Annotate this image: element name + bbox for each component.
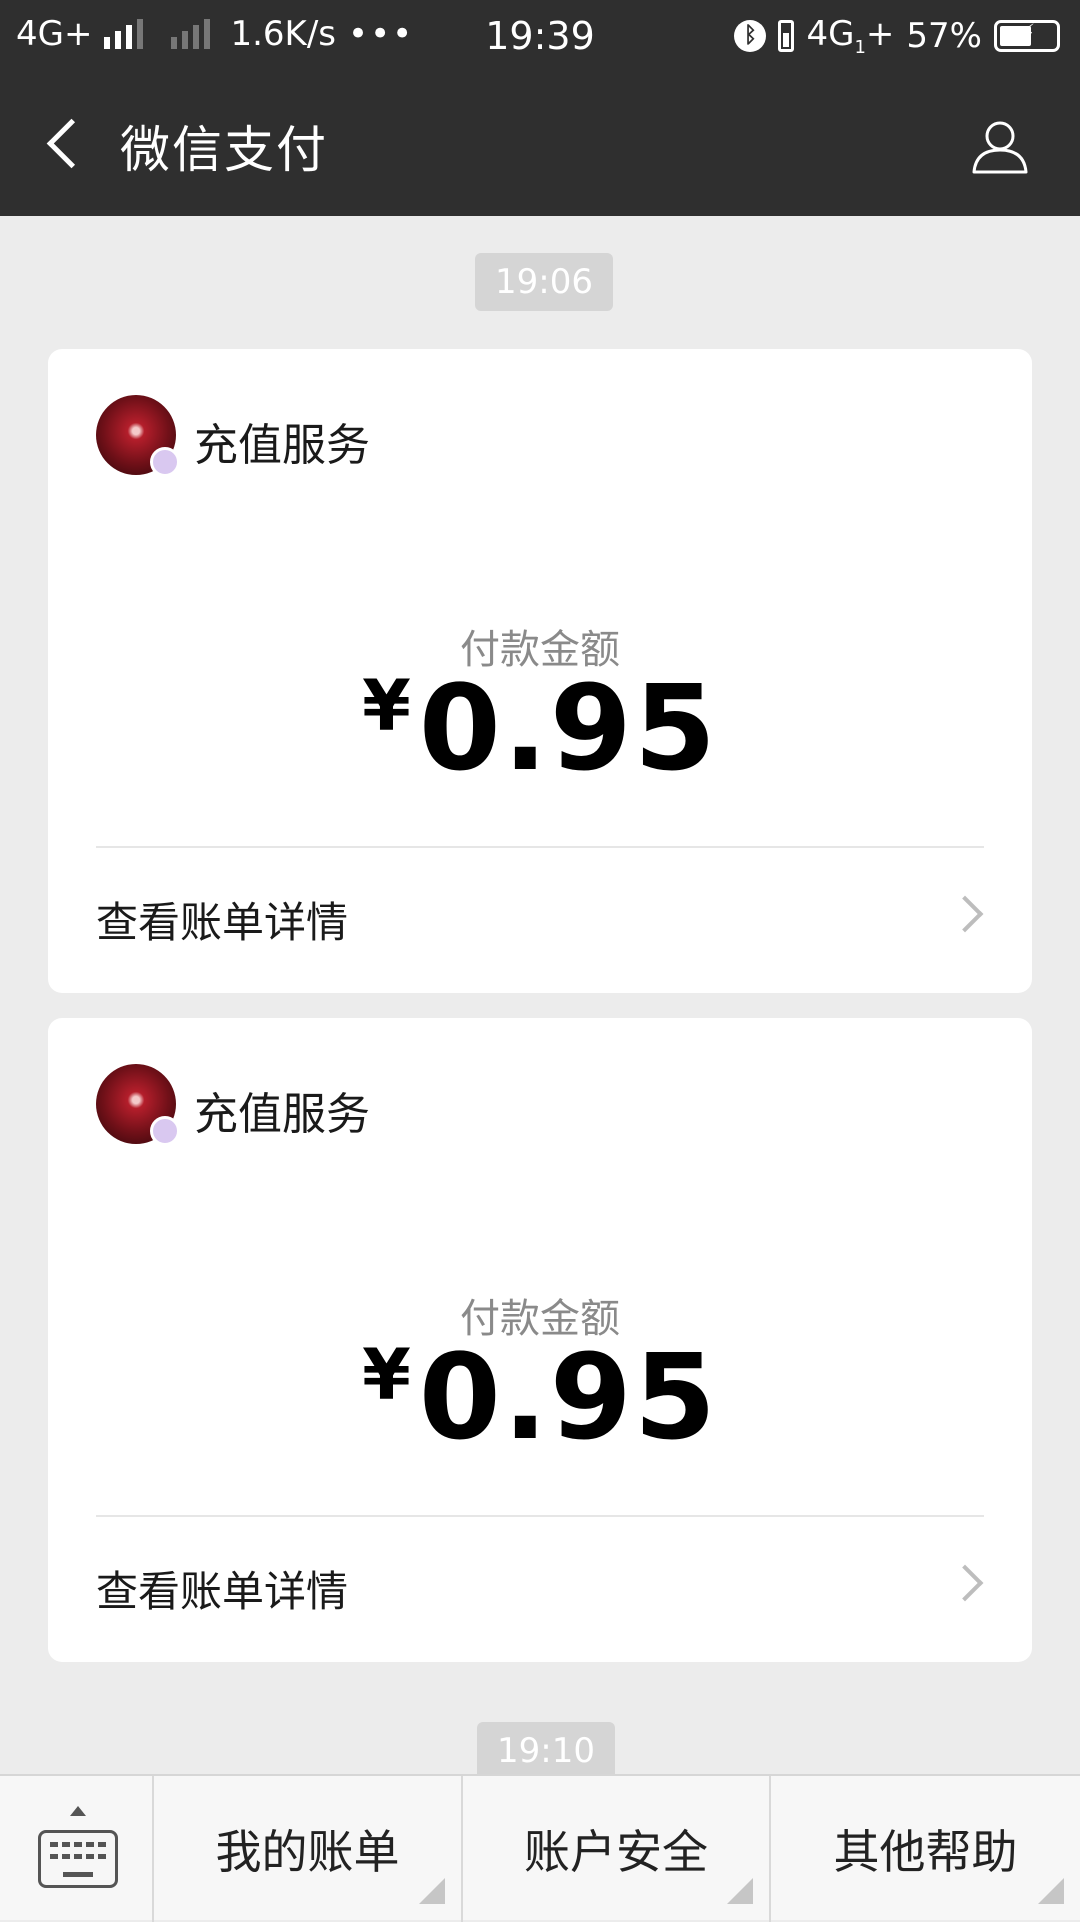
status-right: ᛒ 4G1+ 57% ⚡ bbox=[734, 14, 1060, 58]
keyboard-toggle-button[interactable] bbox=[0, 1776, 154, 1922]
chevron-right-icon bbox=[946, 895, 984, 933]
menu-my-bills[interactable]: 我的账单 bbox=[154, 1776, 463, 1922]
menu-label: 我的账单 bbox=[215, 1825, 400, 1879]
amount: ¥0.95 bbox=[48, 1328, 1032, 1466]
divider bbox=[96, 1515, 984, 1517]
view-bill-details-link[interactable]: 查看账单详情 bbox=[96, 1558, 348, 1619]
chevron-left-icon[interactable] bbox=[40, 116, 96, 172]
submenu-indicator-icon bbox=[419, 1878, 445, 1904]
battery-icon: ⚡ bbox=[994, 19, 1060, 52]
amount-value: 0.95 bbox=[418, 659, 718, 797]
payment-card[interactable]: 充值服务 付款金额 ¥0.95 查看账单详情 bbox=[48, 1018, 1032, 1662]
chevron-right-icon bbox=[946, 1564, 984, 1602]
timestamp: 19:10 bbox=[477, 1722, 615, 1780]
person-icon[interactable] bbox=[970, 116, 1030, 176]
caret-up-icon bbox=[70, 1806, 86, 1816]
submenu-indicator-icon bbox=[1038, 1878, 1064, 1904]
badge-icon bbox=[150, 447, 180, 477]
submenu-indicator-icon bbox=[727, 1878, 753, 1904]
bluetooth-icon: ᛒ bbox=[734, 19, 767, 52]
merchant-name: 充值服务 bbox=[194, 1089, 370, 1140]
currency-symbol: ¥ bbox=[362, 665, 411, 747]
nav-bar: 微信支付 bbox=[0, 72, 1080, 216]
menu-label: 其他帮助 bbox=[833, 1825, 1018, 1879]
network-type-2: 4G1+ bbox=[806, 14, 895, 58]
payment-card[interactable]: 充值服务 付款金额 ¥0.95 查看账单详情 bbox=[48, 349, 1032, 993]
badge-icon bbox=[150, 1116, 180, 1146]
menu-other-help[interactable]: 其他帮助 bbox=[771, 1776, 1080, 1922]
status-bar: 4G+ 1.6K/s ••• 19:39 ᛒ 4G1+ 57% ⚡ bbox=[0, 0, 1080, 72]
amount: ¥0.95 bbox=[48, 659, 1032, 797]
phone-battery-icon bbox=[778, 19, 795, 52]
bottom-menu: 我的账单 账户安全 其他帮助 bbox=[0, 1774, 1080, 1922]
divider bbox=[96, 846, 984, 848]
keyboard-icon bbox=[38, 1830, 118, 1888]
timestamp: 19:06 bbox=[475, 253, 613, 311]
avatar bbox=[96, 1064, 180, 1146]
view-bill-details-link[interactable]: 查看账单详情 bbox=[96, 889, 348, 950]
menu-account-security[interactable]: 账户安全 bbox=[463, 1776, 771, 1922]
merchant-name: 充值服务 bbox=[194, 420, 370, 471]
menu-label: 账户安全 bbox=[524, 1825, 708, 1879]
avatar bbox=[96, 395, 180, 477]
amount-value: 0.95 bbox=[418, 1328, 718, 1466]
battery-percent: 57% bbox=[906, 15, 982, 56]
page-title: 微信支付 bbox=[120, 121, 328, 179]
currency-symbol: ¥ bbox=[362, 1334, 411, 1416]
